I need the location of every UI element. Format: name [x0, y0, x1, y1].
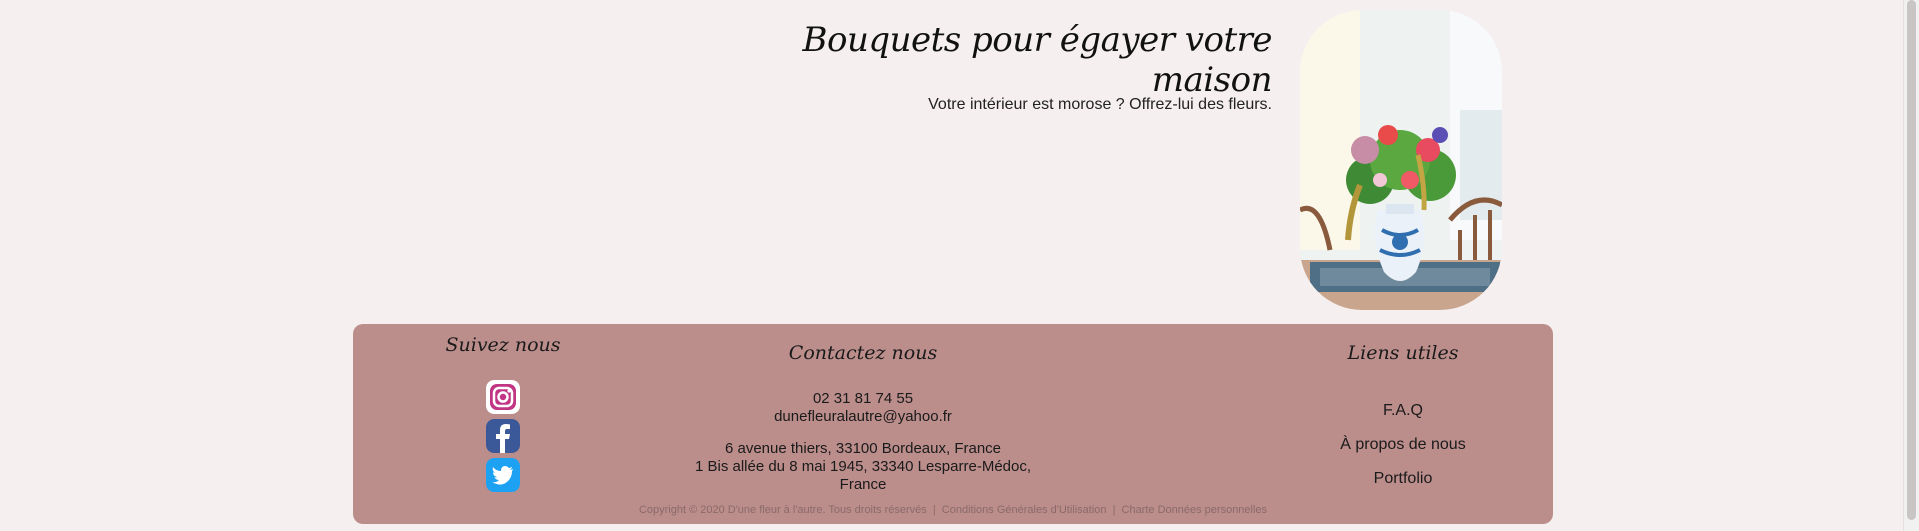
bouquet-illustration [1300, 10, 1502, 310]
link-portfolio[interactable]: Portfolio [1313, 462, 1493, 496]
link-faq[interactable]: F.A.Q [1313, 394, 1493, 428]
page-scrollbar[interactable] [1903, 0, 1919, 531]
instagram-icon[interactable] [486, 380, 520, 414]
twitter-icon[interactable] [486, 458, 520, 492]
contact-address-bordeaux: 6 avenue thiers, 33100 Bordeaux, France [724, 440, 1001, 457]
hero-title: Bouquets pour égayer votre maison [802, 20, 1272, 100]
contact-address-lesparre: 1 Bis allée du 8 mai 1945, 33340 Lesparr… [694, 458, 1032, 493]
hero-subtitle: Votre intérieur est morose ? Offrez-lui … [928, 96, 1272, 113]
contact-title: Contactez nous [788, 342, 938, 364]
facebook-icon[interactable] [486, 419, 520, 453]
social-links [486, 380, 522, 497]
copyright-separator: | [1112, 504, 1116, 516]
site-footer: Suivez nous Contactez nous 02 31 81 74 5… [353, 324, 1553, 524]
scrollbar-thumb[interactable] [1907, 0, 1916, 520]
link-about-us[interactable]: À propos de nous [1313, 428, 1493, 462]
contact-phone: 02 31 81 74 55 [812, 390, 914, 407]
link-charte-donnees[interactable]: Charte Données personnelles [1122, 504, 1268, 516]
copyright-separator: | [932, 504, 936, 516]
bouquet-photo [1300, 10, 1502, 310]
contact-email: dunefleuralautre@yahoo.fr [774, 408, 952, 425]
copyright-bar: Copyright © 2020 D'une fleur à l'autre. … [353, 504, 1553, 516]
links-title: Liens utiles [1347, 342, 1459, 364]
link-cgu[interactable]: Conditions Générales d'Utilisation [942, 504, 1107, 516]
copyright-notice: Copyright © 2020 D'une fleur à l'autre. … [638, 504, 927, 516]
follow-title: Suivez nous [445, 334, 561, 356]
useful-links: F.A.Q À propos de nous Portfolio [1313, 394, 1493, 496]
